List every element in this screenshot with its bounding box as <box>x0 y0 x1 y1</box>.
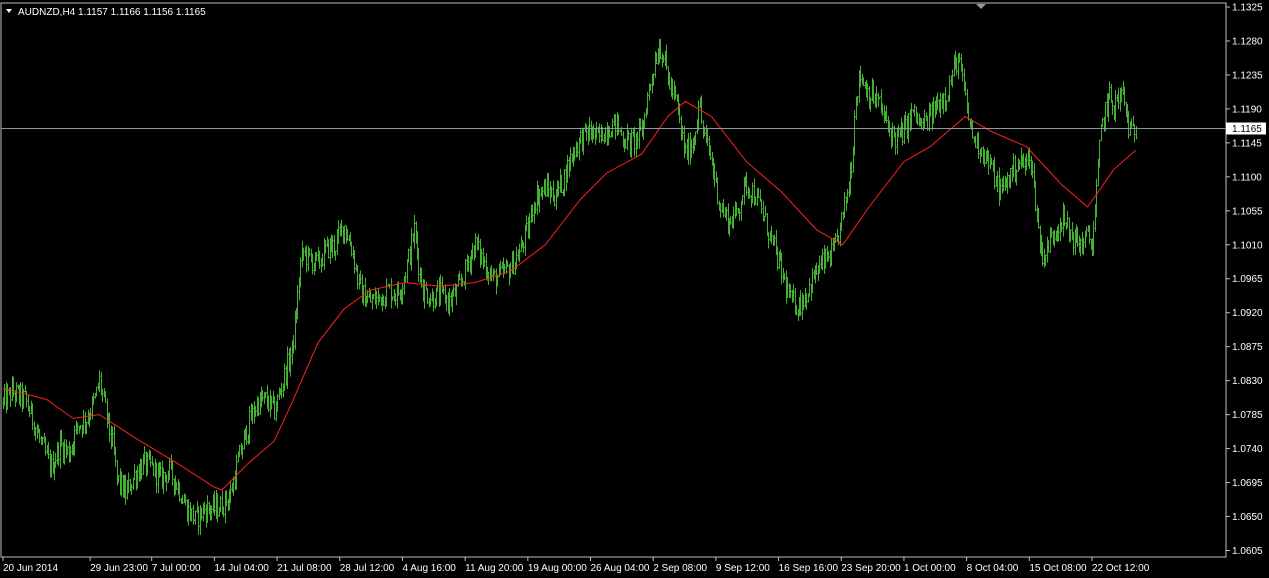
price-axis-label: 1.0875 <box>1232 342 1263 353</box>
price-axis-label: 1.1100 <box>1232 172 1262 183</box>
time-axis-label: 9 Sep 12:00 <box>716 563 770 574</box>
time-axis-label: 21 Jul 08:00 <box>277 563 332 574</box>
symbol-info-text: AUDNZD,H4 1.1157 1.1166 1.1156 1.1165 <box>18 7 206 18</box>
time-axis-label: 7 Jul 00:00 <box>152 563 201 574</box>
price-axis-label: 1.1235 <box>1232 70 1263 81</box>
time-axis-label: 20 Jun 2014 <box>3 563 58 574</box>
time-axis-label: 29 Jun 23:00 <box>90 563 148 574</box>
price-axis-label: 1.0695 <box>1232 478 1263 489</box>
price-axis-label: 1.0650 <box>1232 512 1263 523</box>
current-price-label: 1.1165 <box>1232 124 1262 135</box>
time-axis-label: 23 Sep 20:00 <box>841 563 901 574</box>
chart-background <box>0 0 1269 578</box>
time-axis-label: 2 Sep 08:00 <box>653 563 707 574</box>
price-axis-label: 1.1325 <box>1232 3 1263 14</box>
chart-header: AUDNZD,H4 1.1157 1.1166 1.1156 1.1165 <box>6 7 206 18</box>
time-axis-label: 28 Jul 12:00 <box>340 563 395 574</box>
price-axis-label: 1.1145 <box>1232 138 1262 149</box>
time-axis-label: 22 Oct 12:00 <box>1092 563 1150 574</box>
price-axis-label: 1.0605 <box>1232 546 1263 557</box>
price-axis-label: 1.1190 <box>1232 104 1262 115</box>
price-chart[interactable]: 1.1165 1.1325 1.1280 1.1235 1.1190 1.1145 1.1… <box>0 0 1269 578</box>
time-axis-label: 11 Aug 20:00 <box>465 563 524 574</box>
time-axis-label: 8 Oct 04:00 <box>967 563 1019 574</box>
time-axis-label: 26 Aug 04:00 <box>591 563 650 574</box>
price-axis-label: 1.0830 <box>1232 376 1263 387</box>
time-axis-label: 15 Oct 08:00 <box>1029 563 1087 574</box>
trading-chart-window[interactable]: 1.1165 1.1325 1.1280 1.1235 1.1190 1.1145 1.1… <box>0 0 1269 578</box>
time-axis-label: 4 Aug 16:00 <box>402 563 456 574</box>
price-axis-label: 1.1055 <box>1232 206 1263 217</box>
price-axis-label: 1.0740 <box>1232 444 1263 455</box>
price-axis-label: 1.1010 <box>1232 240 1263 251</box>
price-axis-label: 1.0785 <box>1232 410 1263 421</box>
time-axis-label: 16 Sep 16:00 <box>779 563 839 574</box>
price-axis-label: 1.1280 <box>1232 36 1263 47</box>
time-axis-label: 1 Oct 00:00 <box>904 563 956 574</box>
time-axis-label: 14 Jul 04:00 <box>214 563 269 574</box>
price-axis-label: 1.0920 <box>1232 308 1263 319</box>
time-axis-label: 19 Aug 00:00 <box>528 563 587 574</box>
price-axis-label: 1.0965 <box>1232 274 1263 285</box>
